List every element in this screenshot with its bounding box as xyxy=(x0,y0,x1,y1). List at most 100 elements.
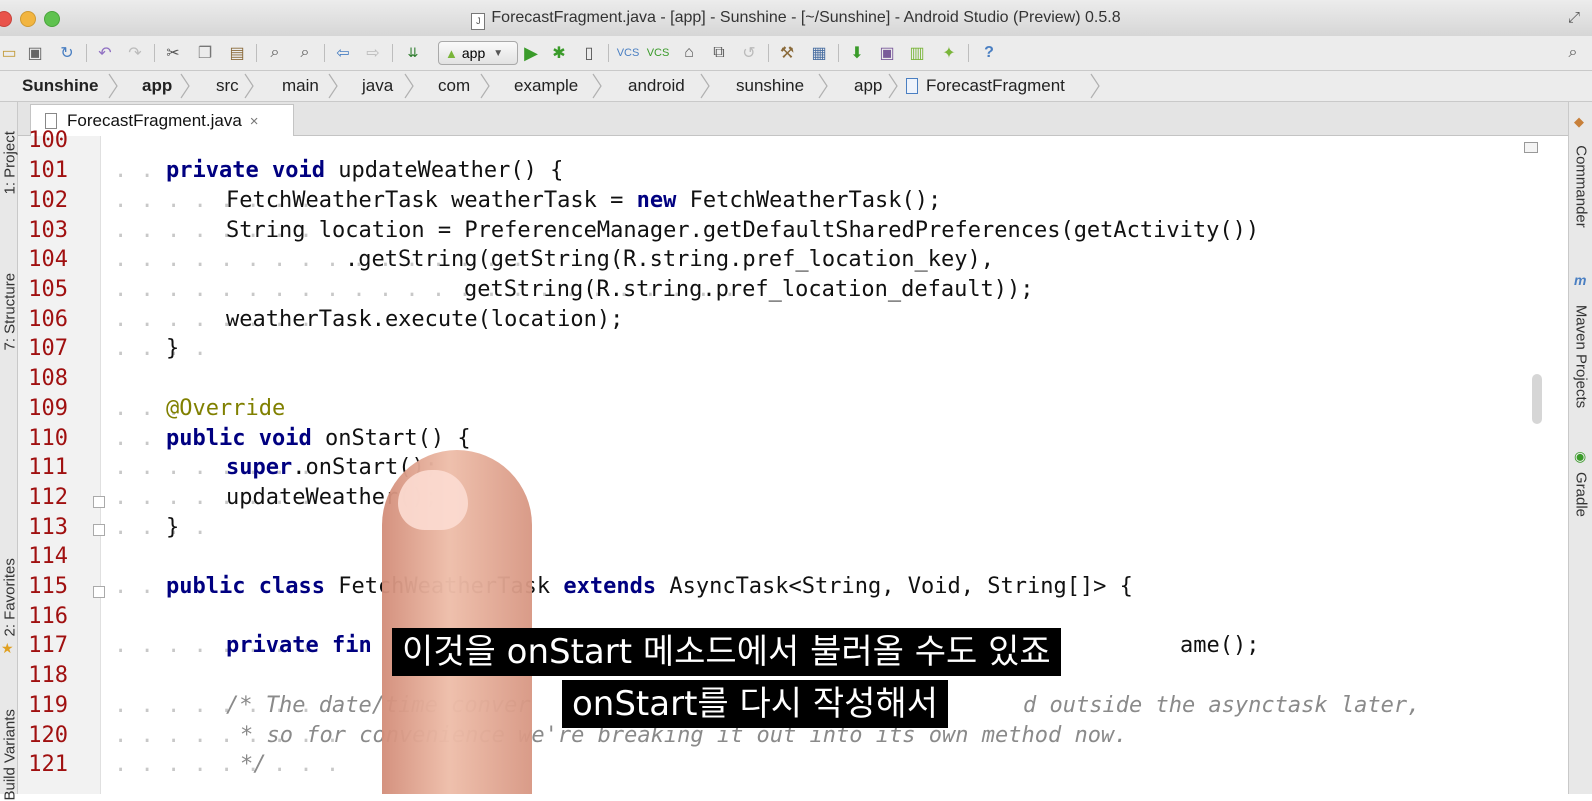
inspection-status-icon[interactable] xyxy=(1524,142,1538,153)
tab-label: ForecastFragment.java xyxy=(67,111,242,130)
code-line: ame(); xyxy=(1180,633,1260,658)
android-icon: ▲ xyxy=(445,45,458,61)
code-line: getString(R.string.pref_location_default… xyxy=(464,277,1034,302)
line-number: 105 xyxy=(28,277,68,302)
breadcrumb-item[interactable]: android xyxy=(628,76,685,96)
fold-marker-icon[interactable] xyxy=(93,524,105,536)
code-line: String location = PreferenceManager.getD… xyxy=(226,218,1260,243)
code-line: public void onStart() { xyxy=(166,426,471,451)
line-number: 114 xyxy=(28,544,68,569)
revert-icon[interactable]: ↺ xyxy=(738,42,760,64)
vcs-history-icon[interactable]: ⌂ xyxy=(678,42,700,64)
subtitle-line-2: onStart를 다시 작성해서 xyxy=(562,680,948,728)
fingernail-overlay xyxy=(398,470,468,530)
run-config-selector[interactable]: ▲ app ▼ xyxy=(438,41,518,65)
commander-icon: ◆ xyxy=(1574,114,1584,129)
breadcrumb-chevron-icon xyxy=(404,73,414,99)
undo-icon[interactable]: ↶ xyxy=(94,42,116,64)
folder-icon[interactable]: ▭ xyxy=(1,42,16,64)
tab-forecastfragment-java[interactable]: ForecastFragment.java × xyxy=(30,104,294,137)
redo-icon[interactable]: ↷ xyxy=(124,42,146,64)
indent-guide: . . . . xyxy=(114,336,207,361)
line-number: 104 xyxy=(28,247,68,272)
line-number: 117 xyxy=(28,633,68,658)
monitor-icon[interactable]: ▥ xyxy=(906,42,928,64)
build-variants-tool-window-tab[interactable]: Build Variants xyxy=(2,689,19,800)
cut-icon[interactable]: ✂ xyxy=(162,42,184,64)
code-line: } xyxy=(166,336,180,361)
find-icon[interactable]: ⌕ xyxy=(264,42,286,64)
android-icon[interactable]: ✦ xyxy=(938,42,960,64)
java-file-icon xyxy=(45,113,57,129)
save-icon[interactable]: ▣ xyxy=(26,42,44,64)
keyword: public class xyxy=(166,574,325,599)
copy-icon[interactable]: ❐ xyxy=(194,42,216,64)
breadcrumb-item[interactable]: main xyxy=(282,76,319,96)
main-toolbar: ▭ ▣ ↻ ↶ ↷ ✂ ❐ ▤ ⌕ ⌕ ⇦ ⇨ ⇊ ▲ app ▼ ▶ ✱ ▯ … xyxy=(0,36,1592,71)
breadcrumb-chevron-icon xyxy=(244,73,254,99)
class-file-icon xyxy=(906,78,918,94)
toolbar-separator xyxy=(968,44,969,62)
breadcrumb: Sunshine app src main java com example a… xyxy=(0,71,1592,102)
favorites-tool-window-tab[interactable]: 2: Favorites xyxy=(2,545,19,636)
make-project-icon[interactable]: ⇊ xyxy=(400,42,426,64)
close-icon[interactable]: × xyxy=(250,113,259,130)
code-line: } xyxy=(166,515,180,540)
commander-tool-window-tab[interactable]: Commander xyxy=(1573,137,1590,237)
line-number: 103 xyxy=(28,218,68,243)
line-number: 110 xyxy=(28,426,68,451)
line-number: 112 xyxy=(28,485,68,510)
toolbar-separator xyxy=(392,44,393,62)
debug-icon[interactable]: ✱ xyxy=(548,42,570,64)
vcs-commit-icon[interactable]: VCS xyxy=(646,42,670,64)
fold-marker-icon[interactable] xyxy=(93,586,105,598)
gradle-tool-window-tab[interactable]: Gradle xyxy=(1573,467,1590,523)
fullscreen-icon[interactable]: ⤢ xyxy=(1568,9,1580,26)
editor-scrollbar-thumb[interactable] xyxy=(1532,374,1542,424)
breadcrumb-item[interactable]: sunshine xyxy=(736,76,804,96)
back-icon[interactable]: ⇦ xyxy=(332,42,354,64)
line-number: 101 xyxy=(28,158,68,183)
gradle-icon: ◉ xyxy=(1574,448,1587,464)
subtitle-line-1: 이것을 onStart 메소드에서 불러올 수도 있죠 xyxy=(392,628,1061,676)
breadcrumb-item[interactable]: java xyxy=(362,76,393,96)
attach-debugger-icon[interactable]: ▯ xyxy=(578,42,600,64)
maven-projects-tool-window-tab[interactable]: Maven Projects xyxy=(1573,293,1590,421)
toolbar-separator xyxy=(154,44,155,62)
help-icon[interactable]: ? xyxy=(978,42,1000,64)
breadcrumb-item[interactable]: app xyxy=(854,76,882,96)
sync-icon[interactable]: ↻ xyxy=(56,42,78,64)
line-number: 108 xyxy=(28,366,68,391)
paste-icon[interactable]: ▤ xyxy=(226,42,248,64)
forward-icon[interactable]: ⇨ xyxy=(362,42,384,64)
breadcrumb-item[interactable]: src xyxy=(216,76,239,96)
breadcrumb-chevron-icon xyxy=(592,73,602,99)
line-number: 118 xyxy=(28,663,68,688)
code-line: FetchWeatherTask weatherTask = new Fetch… xyxy=(226,188,941,213)
breadcrumb-item[interactable]: Sunshine xyxy=(22,76,99,96)
breadcrumb-item[interactable]: example xyxy=(514,76,578,96)
settings-icon[interactable]: ⚒ xyxy=(776,42,798,64)
code-line: .getString(getString(R.string.pref_locat… xyxy=(345,247,995,272)
replace-icon[interactable]: ⌕ xyxy=(294,42,316,64)
search-icon[interactable]: ⌕ xyxy=(1562,42,1584,64)
java-file-icon: J xyxy=(471,13,486,30)
breadcrumb-item[interactable]: app xyxy=(142,76,172,96)
structure-tool-window-tab[interactable]: 7: Structure xyxy=(2,251,19,351)
code-line: private void updateWeather() { xyxy=(166,158,563,183)
vcs-update-icon[interactable]: VCS xyxy=(616,42,640,64)
breadcrumb-chevron-icon xyxy=(700,73,710,99)
sdk-manager-icon[interactable]: ⬇ xyxy=(846,42,868,64)
project-tool-window-tab[interactable]: 1: Project xyxy=(2,115,19,194)
fold-marker-icon[interactable] xyxy=(93,496,105,508)
breadcrumb-chevron-icon xyxy=(818,73,828,99)
run-icon[interactable]: ▶ xyxy=(520,42,542,64)
avd-manager-icon[interactable]: ▣ xyxy=(876,42,898,64)
breadcrumb-item[interactable]: ForecastFragment xyxy=(926,76,1065,96)
project-structure-icon[interactable]: ▦ xyxy=(808,42,830,64)
breadcrumb-item[interactable]: com xyxy=(438,76,470,96)
breadcrumb-chevron-icon xyxy=(480,73,490,99)
vcs-compare-icon[interactable]: ⧉ xyxy=(708,42,730,64)
keyword: extends xyxy=(563,574,657,599)
editor-tab-bar: ForecastFragment.java × xyxy=(18,102,1568,137)
